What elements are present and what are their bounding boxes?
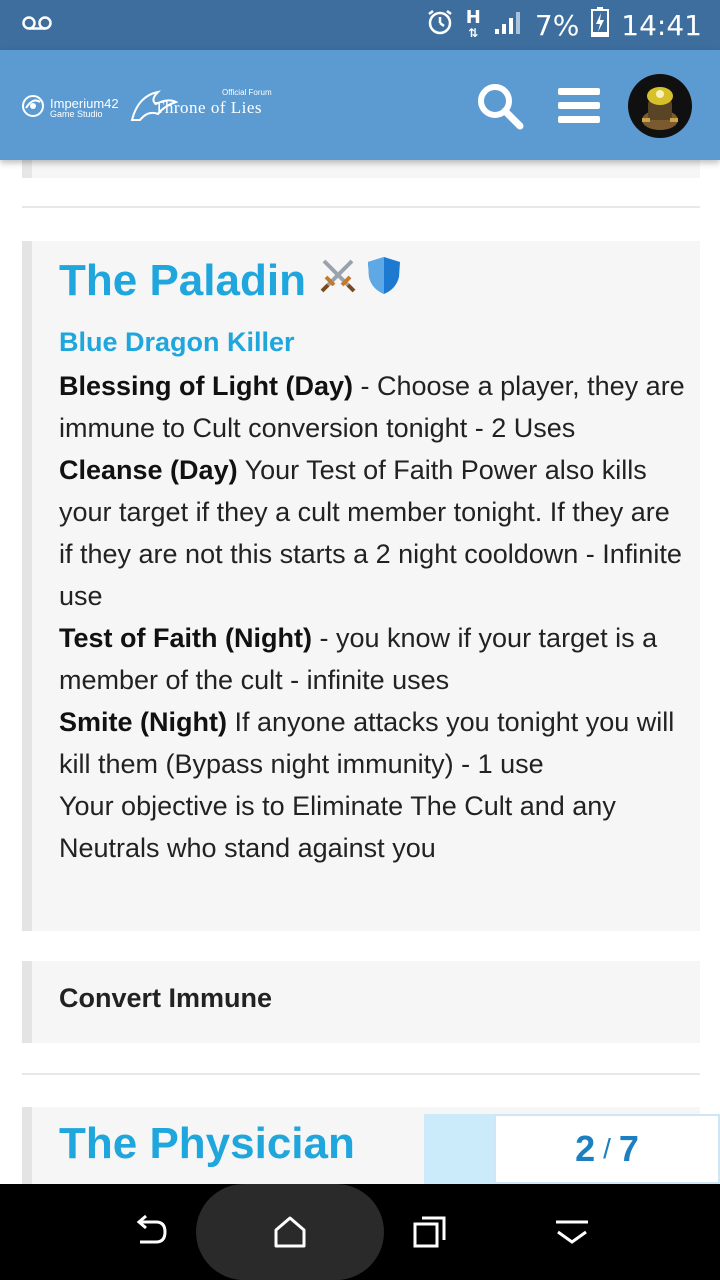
forum-post-content[interactable]: The Paladin Blue Dragon Killer Blessing … xyxy=(0,160,720,1184)
ability-name: Cleanse (Day) xyxy=(59,455,238,485)
back-icon xyxy=(130,1214,170,1256)
pager-handle[interactable] xyxy=(424,1114,494,1184)
back-button[interactable] xyxy=(130,1212,170,1252)
search-button[interactable] xyxy=(474,80,526,132)
clock: 14:41 xyxy=(621,8,702,42)
alarm-icon xyxy=(426,8,454,43)
role-objective: Your objective is to Eliminate The Cult … xyxy=(59,791,616,863)
pager-current: 2 xyxy=(575,1128,596,1169)
role-title: The Paladin xyxy=(59,255,402,306)
battery-level: 7% xyxy=(534,8,580,42)
pager-indicator[interactable]: 2 / 7 xyxy=(494,1114,720,1184)
role-subtitle: Blue Dragon Killer xyxy=(59,327,295,357)
ability-blessing: Blessing of Light (Day) - Choose a playe… xyxy=(59,365,689,449)
role-title-text: The Physician xyxy=(59,1119,355,1168)
trait-card: Convert Immune xyxy=(22,961,700,1043)
voicemail-icon xyxy=(22,15,52,36)
home-icon xyxy=(270,1216,310,1256)
role-card-paladin: The Paladin Blue Dragon Killer Blessing … xyxy=(22,241,700,931)
app-header: Imperium42 Game Studio Official Forum Th… xyxy=(0,50,720,160)
navigation-bar xyxy=(0,1184,720,1280)
shield-icon xyxy=(366,255,402,306)
ability-name: Blessing of Light (Day) xyxy=(59,371,354,401)
home-button[interactable] xyxy=(270,1212,310,1252)
ability-cleanse: Cleanse (Day) Your Test of Faith Power a… xyxy=(59,449,689,617)
previous-card xyxy=(22,160,700,178)
hide-nav-button[interactable] xyxy=(552,1212,592,1252)
ability-name: Smite (Night) xyxy=(59,707,227,737)
role-description: Blessing of Light (Day) - Choose a playe… xyxy=(59,365,689,869)
studio-logo-sub: Game Studio xyxy=(50,108,103,119)
status-bar: H ⇅ 7% 14:41 xyxy=(0,0,720,50)
recents-icon xyxy=(410,1216,450,1256)
ability-test-of-faith: Test of Faith (Night) - you know if your… xyxy=(59,617,689,701)
ability-smite: Smite (Night) If anyone attacks you toni… xyxy=(59,701,689,785)
forum-logo[interactable]: Official Forum Throne of Lies xyxy=(128,86,272,121)
trait-label: Convert Immune xyxy=(59,983,273,1013)
pager-total: 7 xyxy=(618,1128,639,1169)
battery-charging-icon xyxy=(591,6,610,44)
forum-logo-small: Official Forum xyxy=(222,88,272,97)
ability-name: Test of Faith (Night) xyxy=(59,623,312,653)
menu-button[interactable] xyxy=(556,84,602,128)
divider xyxy=(22,206,700,208)
search-icon xyxy=(474,84,526,136)
studio-logo-icon xyxy=(20,93,46,124)
menu-icon xyxy=(556,88,602,132)
divider xyxy=(22,1073,700,1075)
chevron-down-icon xyxy=(552,1220,592,1256)
recents-button[interactable] xyxy=(410,1212,450,1252)
studio-logo[interactable]: Imperium42 Game Studio xyxy=(20,93,119,124)
crossed-swords-icon xyxy=(318,255,358,306)
avatar[interactable] xyxy=(628,74,692,138)
network-h-icon: H ⇅ xyxy=(465,6,481,40)
dragon-logo-icon xyxy=(128,86,179,131)
role-title: The Physician xyxy=(59,1119,355,1169)
signal-icon xyxy=(493,9,523,42)
post-pager[interactable]: 2 / 7 xyxy=(424,1114,720,1184)
studio-logo-name: Imperium42 xyxy=(50,95,119,111)
pager-separator: / xyxy=(603,1133,611,1164)
role-title-text: The Paladin xyxy=(59,255,306,305)
